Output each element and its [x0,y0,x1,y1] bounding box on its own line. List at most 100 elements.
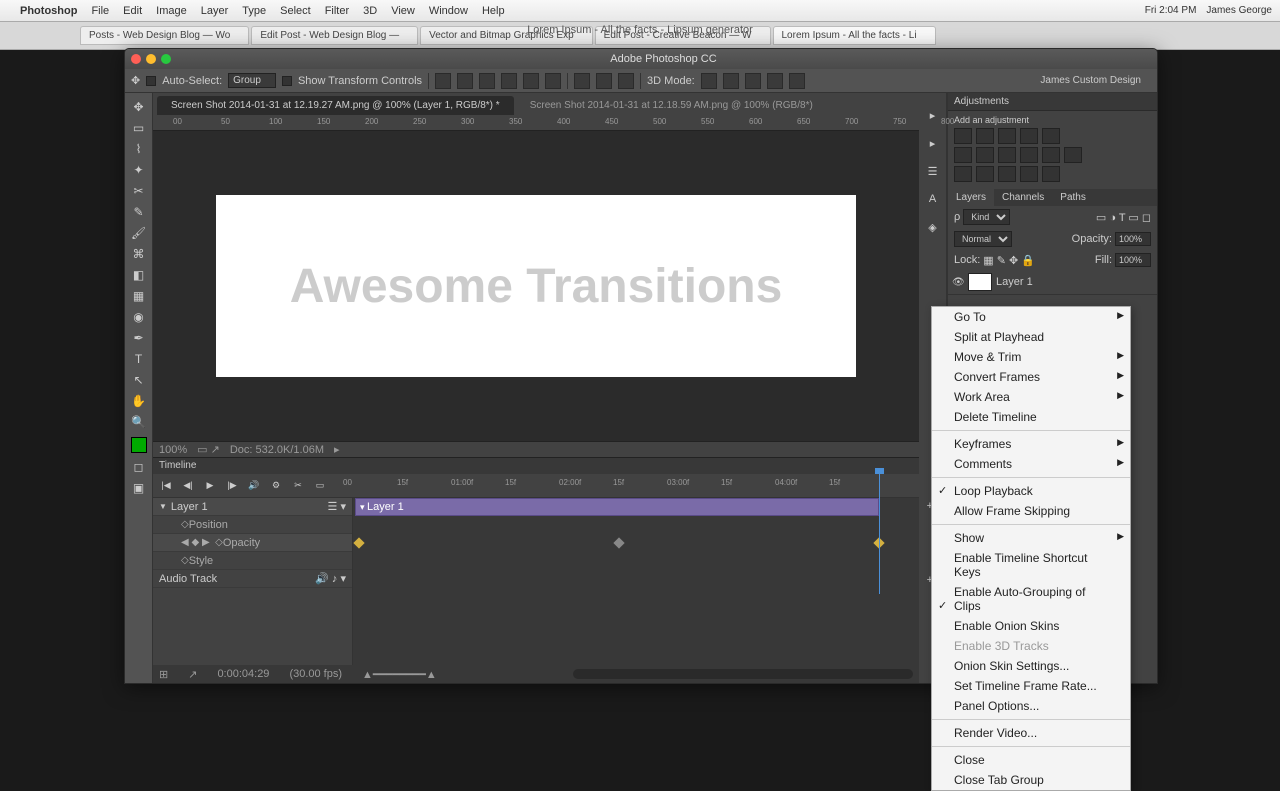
eyedropper-tool-icon[interactable]: ✎ [127,202,151,222]
tl-mode-icon[interactable]: ⊞ [159,668,168,681]
menu-item[interactable]: Allow Frame Skipping [932,501,1130,521]
tl-zoom-slider[interactable]: ▲━━━━━━━━▲ [362,668,437,681]
keyframe-icon[interactable] [353,537,364,548]
settings-icon[interactable]: ⚙ [269,479,283,493]
adj-selective-icon[interactable] [1042,166,1060,182]
opacity-input[interactable] [1115,232,1151,246]
menu-item[interactable]: Loop Playback✓ [932,481,1130,501]
menu-item[interactable]: Work Area▶ [932,387,1130,407]
adj-channelmixer-icon[interactable] [1042,147,1060,163]
align-icon[interactable] [479,73,495,89]
adj-colorbalance-icon[interactable] [976,147,994,163]
menu-item[interactable]: Panel Options... [932,696,1130,716]
prev-frame-icon[interactable]: ◀| [181,479,195,493]
adj-threshold-icon[interactable] [998,166,1016,182]
tl-forward-icon[interactable]: ↗ [188,668,197,681]
stamp-tool-icon[interactable]: ⌘ [127,244,151,264]
autoselect-check[interactable] [146,76,156,86]
menu-type[interactable]: Type [242,5,266,17]
first-frame-icon[interactable]: |◀ [159,479,173,493]
3d-icon[interactable] [723,73,739,89]
chevron-right-icon[interactable]: ▸ [334,443,340,456]
minimize-icon[interactable] [146,54,156,64]
menu-item[interactable]: Close [932,750,1130,770]
timeline-clip[interactable]: ▾ Layer 1 [355,498,879,516]
adj-colorlookup-icon[interactable] [1064,147,1082,163]
type-tool-icon[interactable]: T [127,349,151,369]
menu-item[interactable]: Onion Skin Settings... [932,656,1130,676]
timeline-ruler[interactable]: 0015f01:00f15f02:00f15f03:00f15f04:00f15… [343,474,913,497]
autoselect-dropdown[interactable]: Group [228,73,276,88]
3d-icon[interactable] [745,73,761,89]
lock-icons[interactable]: ▦ ✎ ✥ 🔒 [983,254,1035,267]
distribute-icon[interactable] [574,73,590,89]
tab-channels[interactable]: Channels [994,189,1052,206]
menu-item[interactable]: Set Timeline Frame Rate... [932,676,1130,696]
menu-file[interactable]: File [91,5,109,17]
adj-curves-icon[interactable] [998,128,1016,144]
adj-bw-icon[interactable] [998,147,1016,163]
zoom-tool-icon[interactable]: 🔍 [127,412,151,432]
adj-levels-icon[interactable] [976,128,994,144]
menu-item[interactable]: Close Tab Group [932,770,1130,790]
menu-help[interactable]: Help [482,5,505,17]
timeline-audio-row[interactable]: Audio Track🔊 ♪ ▾ [153,570,352,588]
menu-3d[interactable]: 3D [363,5,377,17]
wand-tool-icon[interactable]: ✦ [127,160,151,180]
eraser-tool-icon[interactable]: ◧ [127,265,151,285]
zoom-level[interactable]: 100% [159,444,187,456]
align-icon[interactable] [501,73,517,89]
timeline-tracks[interactable]: ▾ Layer 1 + + [353,498,919,665]
align-icon[interactable] [435,73,451,89]
3d-icon[interactable] [789,73,805,89]
menu-item[interactable]: Move & Trim▶ [932,347,1130,367]
timeline-prop[interactable]: ◇ Position [153,516,352,534]
split-icon[interactable]: ✂ [291,479,305,493]
screenmode-icon[interactable]: ▣ [127,478,151,498]
menu-image[interactable]: Image [156,5,187,17]
menu-item[interactable]: Enable Timeline Shortcut Keys [932,548,1130,582]
play-icon[interactable]: ▶ [203,479,217,493]
workspace-dropdown[interactable]: James Custom Design [1040,75,1151,86]
history-icon[interactable]: ▸ [923,105,943,125]
menu-layer[interactable]: Layer [201,5,229,17]
audio-icon[interactable]: 🔊 [247,479,261,493]
timeline-prop[interactable]: ◇ Style [153,552,352,570]
zoom-icon[interactable] [161,54,171,64]
canvas-area[interactable]: Awesome Transitions [153,131,919,441]
blend-dropdown[interactable]: Normal [954,231,1012,247]
menu-view[interactable]: View [391,5,415,17]
timeline-layer-row[interactable]: ▼Layer 1☰ ▾ [153,498,352,516]
playhead[interactable] [879,474,880,594]
app-name[interactable]: Photoshop [20,5,77,17]
menu-item[interactable]: Enable Auto-Grouping of Clips✓ [932,582,1130,616]
3d-icon[interactable] [767,73,783,89]
menu-item[interactable]: Keyframes▶ [932,434,1130,454]
menu-item[interactable]: Convert Frames▶ [932,367,1130,387]
close-icon[interactable] [131,54,141,64]
distribute-icon[interactable] [596,73,612,89]
adj-exposure-icon[interactable] [1020,128,1038,144]
menu-edit[interactable]: Edit [123,5,142,17]
actions-icon[interactable]: ▸ [923,133,943,153]
character-icon[interactable]: A [923,189,943,209]
adj-hue-icon[interactable] [954,147,972,163]
layer-name[interactable]: Layer 1 [996,276,1033,288]
menu-item[interactable]: Show▶ [932,528,1130,548]
menu-item[interactable]: Render Video... [932,723,1130,743]
3d-icon[interactable] [701,73,717,89]
align-icon[interactable] [545,73,561,89]
tab-layers[interactable]: Layers [948,189,994,206]
3d-icon[interactable]: ◈ [923,217,943,237]
adj-gradient-icon[interactable] [1020,166,1038,182]
move-tool-icon[interactable]: ✥ [127,97,151,117]
layer-row[interactable]: 👁 Layer 1 [948,270,1157,295]
docsize-icon[interactable]: ▭ ↗ [197,443,220,456]
adjustments-header[interactable]: Adjustments [948,93,1157,111]
transition-icon[interactable]: ▭ [313,479,327,493]
adj-vibrance-icon[interactable] [1042,128,1060,144]
user[interactable]: James George [1206,5,1272,16]
tab-paths[interactable]: Paths [1052,189,1094,206]
align-icon[interactable] [523,73,539,89]
visibility-icon[interactable]: 👁 [952,277,964,288]
